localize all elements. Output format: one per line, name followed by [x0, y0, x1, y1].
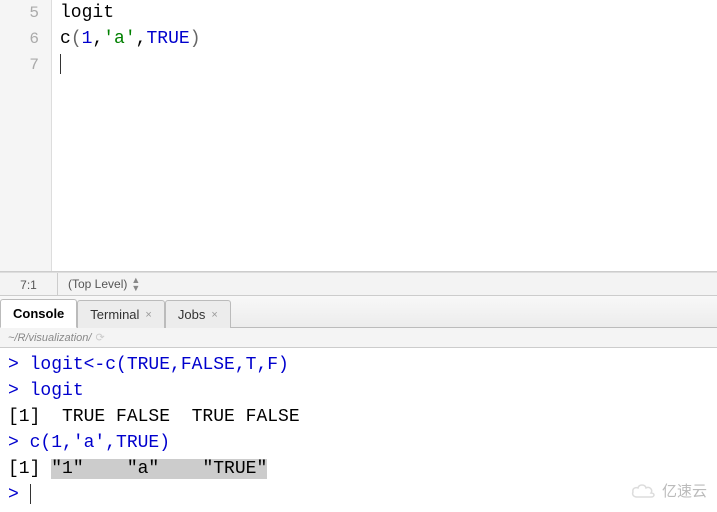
function-name: c: [60, 29, 71, 49]
updown-icon: ▲▼: [131, 276, 140, 292]
close-icon[interactable]: ×: [211, 309, 217, 321]
number-literal: 1: [82, 29, 93, 49]
console-input: logit: [30, 381, 84, 401]
source-editor: 5 6 7 logit c(1,'a',TRUE): [0, 0, 717, 272]
output-index: [1]: [8, 407, 40, 427]
pad: [40, 459, 51, 479]
console-line: [1] "1" "a" "TRUE": [8, 456, 709, 482]
console-line: >: [8, 482, 709, 508]
line-gutter: 5 6 7: [0, 0, 52, 271]
cloud-icon: [630, 482, 658, 500]
output-values: TRUE FALSE TRUE FALSE: [40, 407, 299, 427]
watermark: 亿速云: [630, 480, 707, 501]
console-tab-bar: Console Terminal × Jobs ×: [0, 296, 717, 328]
line-number: 7: [0, 52, 39, 78]
console-input: c(1,'a',TRUE): [30, 433, 170, 453]
refresh-icon[interactable]: ⟳: [95, 331, 104, 344]
console-line: > c(1,'a',TRUE): [8, 430, 709, 456]
console-output[interactable]: > logit<-c(TRUE,FALSE,T,F) > logit [1] T…: [0, 348, 717, 512]
console-line: > logit: [8, 378, 709, 404]
console-line: [1] TRUE FALSE TRUE FALSE: [8, 404, 709, 430]
prompt: >: [8, 433, 30, 453]
comma: ,: [136, 29, 147, 49]
console-input: logit<-c(TRUE,FALSE,T,F): [30, 355, 289, 375]
identifier: logit: [60, 3, 114, 23]
console-cursor: [30, 484, 31, 504]
tab-label: Terminal: [90, 307, 139, 322]
tab-jobs[interactable]: Jobs ×: [165, 300, 231, 328]
output-index: [1]: [8, 459, 40, 479]
prompt: >: [8, 355, 30, 375]
tab-terminal[interactable]: Terminal ×: [77, 300, 165, 328]
string-literal: 'a': [103, 29, 135, 49]
line-number: 5: [0, 0, 39, 26]
constant: TRUE: [146, 29, 189, 49]
tab-label: Jobs: [178, 307, 205, 322]
code-line: c(1,'a',TRUE): [60, 26, 717, 52]
cursor-position: 7:1: [0, 273, 58, 295]
code-line: logit: [60, 0, 717, 26]
prompt: >: [8, 381, 30, 401]
watermark-text: 亿速云: [662, 480, 707, 501]
editor-status-bar: 7:1 (Top Level) ▲▼: [0, 272, 717, 296]
line-number: 6: [0, 26, 39, 52]
close-icon[interactable]: ×: [145, 309, 151, 321]
comma: ,: [92, 29, 103, 49]
paren-close: ): [190, 29, 201, 49]
selected-output: "1" "a" "TRUE": [51, 459, 267, 479]
code-line: [60, 52, 717, 78]
working-directory[interactable]: ~/R/visualization/: [8, 332, 91, 344]
prompt: >: [8, 485, 30, 505]
tab-label: Console: [13, 306, 64, 321]
code-area[interactable]: logit c(1,'a',TRUE): [52, 0, 717, 271]
working-directory-bar: ~/R/visualization/ ⟳: [0, 328, 717, 348]
scope-selector[interactable]: (Top Level) ▲▼: [58, 273, 140, 295]
paren-open: (: [71, 29, 82, 49]
scope-label: (Top Level): [68, 272, 127, 296]
console-line: > logit<-c(TRUE,FALSE,T,F): [8, 352, 709, 378]
tab-console[interactable]: Console: [0, 299, 77, 328]
editor-cursor: [60, 54, 61, 74]
